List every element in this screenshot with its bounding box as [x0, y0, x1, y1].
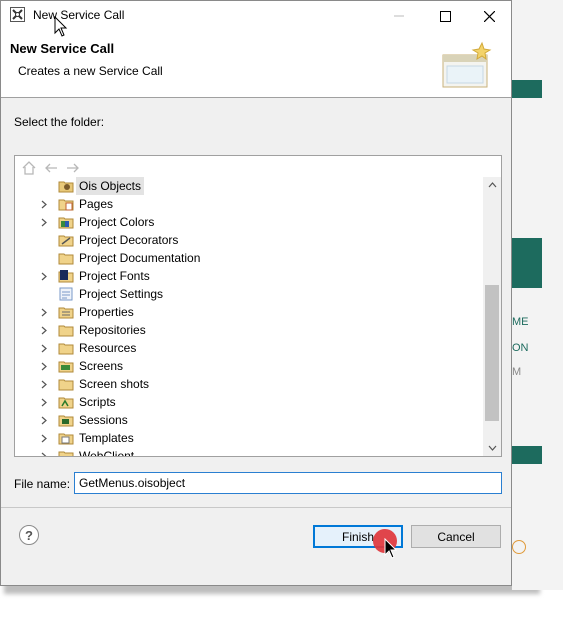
tree-item-label: Project Fonts [79, 269, 150, 283]
chevron-right-icon[interactable] [39, 357, 49, 375]
tree-item-label: Project Documentation [79, 251, 201, 265]
mouse-cursor-icon [54, 16, 68, 37]
folder-tree[interactable]: Ois Objects Pages Project Colors Project… [14, 155, 502, 457]
chevron-right-icon[interactable] [39, 393, 49, 411]
scroll-down-icon[interactable] [483, 440, 501, 456]
chevron-right-icon[interactable] [39, 339, 49, 357]
new-service-call-dialog: New Service Call New Service Call Create… [0, 0, 512, 586]
footer-divider [1, 507, 511, 508]
wizard-header: New Service Call Creates a new Service C… [1, 31, 511, 98]
tree-item-screen-shots[interactable]: Screen shots [15, 375, 483, 393]
chevron-right-icon[interactable] [39, 195, 49, 213]
help-icon[interactable]: ? [19, 525, 39, 545]
tree-item-webclient[interactable]: WebClient [15, 447, 483, 457]
cancel-button[interactable]: Cancel [411, 525, 501, 548]
tree-list: Ois Objects Pages Project Colors Project… [15, 177, 483, 457]
tree-item-project-documentation[interactable]: Project Documentation [15, 249, 483, 267]
tree-toolbar [21, 160, 81, 178]
tree-item-label: Repositories [79, 323, 146, 337]
minimize-icon[interactable] [376, 1, 422, 31]
forward-arrow-icon[interactable] [65, 160, 81, 176]
folder-icon [58, 325, 74, 337]
scroll-up-icon[interactable] [483, 177, 501, 193]
close-icon[interactable] [466, 1, 512, 31]
colors-folder-icon [58, 217, 74, 229]
tree-item-resources[interactable]: Resources [15, 339, 483, 357]
fonts-folder-icon [58, 270, 74, 283]
title-bar: New Service Call [1, 1, 511, 31]
sessions-folder-icon [58, 415, 74, 427]
background-band [512, 238, 542, 288]
folder-icon [58, 343, 74, 355]
tree-item-templates[interactable]: Templates [15, 429, 483, 447]
tree-item-sessions[interactable]: Sessions [15, 411, 483, 429]
tree-item-label: Ois Objects [76, 177, 145, 195]
tree-item-label: Screen shots [79, 377, 150, 391]
tree-item-label: Project Colors [79, 215, 155, 229]
tree-item-label: Sessions [79, 413, 128, 427]
background-icon [512, 540, 526, 554]
chevron-right-icon[interactable] [39, 303, 49, 321]
templates-folder-icon [58, 433, 74, 445]
chevron-right-icon[interactable] [39, 411, 49, 429]
background-text: M [512, 366, 522, 378]
folder-icon [58, 451, 74, 456]
scripts-folder-icon [58, 397, 74, 409]
app-icon [10, 7, 25, 22]
ois-objects-folder-icon [58, 181, 74, 193]
tree-item-project-decorators[interactable]: Project Decorators [15, 231, 483, 249]
folder-icon [58, 253, 74, 265]
chevron-right-icon[interactable] [39, 375, 49, 393]
tree-item-scripts[interactable]: Scripts [15, 393, 483, 411]
chevron-right-icon[interactable] [39, 321, 49, 339]
chevron-right-icon[interactable] [39, 267, 49, 285]
home-icon[interactable] [21, 160, 37, 176]
tree-item-label: Properties [79, 305, 134, 319]
tree-scrollbar[interactable] [483, 177, 501, 456]
chevron-right-icon[interactable] [39, 429, 49, 447]
chevron-right-icon[interactable] [39, 447, 49, 456]
tree-item-repositories[interactable]: Repositories [15, 321, 483, 339]
back-arrow-icon[interactable] [43, 160, 59, 176]
tree-item-project-colors[interactable]: Project Colors [15, 213, 483, 231]
screens-folder-icon [58, 361, 74, 373]
tree-item-label: WebClient [79, 449, 135, 457]
decorators-folder-icon [58, 235, 74, 247]
wizard-description: Creates a new Service Call [18, 64, 163, 78]
chevron-right-icon[interactable] [39, 213, 49, 231]
tree-item-label: Scripts [79, 395, 116, 409]
tree-item-project-settings[interactable]: Project Settings [15, 285, 483, 303]
maximize-icon[interactable] [422, 1, 468, 31]
properties-folder-icon [58, 307, 74, 319]
tree-item-label: Pages [79, 197, 114, 211]
background-band [512, 80, 542, 98]
tree-item-properties[interactable]: Properties [15, 303, 483, 321]
pages-folder-icon [58, 199, 74, 211]
tree-item-label: Screens [79, 359, 124, 373]
wizard-title: New Service Call [10, 41, 115, 56]
file-name-label: File name: [14, 477, 71, 491]
background-text: ME [512, 316, 529, 328]
tree-item-screens[interactable]: Screens [15, 357, 483, 375]
tree-item-label: Project Settings [79, 287, 164, 301]
settings-icon [59, 287, 73, 301]
file-name-input[interactable] [74, 472, 502, 494]
tree-item-pages[interactable]: Pages [15, 195, 483, 213]
background-band [512, 446, 542, 464]
folder-icon [58, 379, 74, 391]
background-text: ON [512, 342, 529, 354]
tree-item-project-fonts[interactable]: Project Fonts [15, 267, 483, 285]
scrollbar-thumb[interactable] [485, 285, 499, 421]
tree-item-label: Resources [79, 341, 137, 355]
select-folder-label: Select the folder: [14, 115, 105, 129]
tree-item-ois-objects[interactable]: Ois Objects [15, 177, 483, 195]
tree-item-label: Templates [79, 431, 134, 445]
tree-item-label: Project Decorators [79, 233, 179, 247]
mouse-cursor-icon [384, 538, 398, 559]
window-title: New Service Call [33, 8, 125, 22]
wizard-banner-icon [442, 41, 492, 88]
